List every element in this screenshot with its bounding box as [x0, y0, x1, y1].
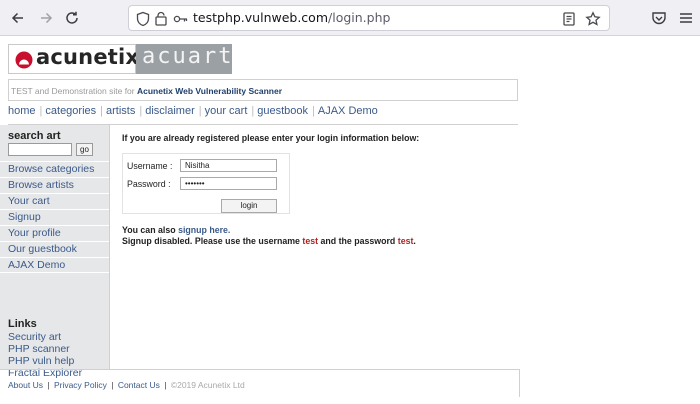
signup-prefix: You can also: [122, 225, 176, 235]
footer-copyright: ©2019 Acunetix Ltd: [170, 380, 245, 390]
login-button[interactable]: login: [221, 199, 277, 213]
tagline-link[interactable]: Acunetix Web Vulnerability Scanner: [137, 86, 282, 96]
menu-your-cart[interactable]: your cart: [205, 103, 248, 117]
login-form: Username : Nisitha Password : ••••••• lo…: [122, 153, 290, 214]
password-label: Password :: [127, 179, 171, 189]
menu-separator: |: [198, 105, 202, 117]
menu-ajax-demo[interactable]: AJAX Demo: [318, 103, 378, 117]
acunetix-mark-icon: [15, 51, 33, 69]
menu-disclaimer[interactable]: disclaimer: [145, 103, 195, 117]
signup-disabled-end: .: [413, 236, 416, 246]
signup-line: You can also signup here.: [122, 225, 230, 235]
link-php-vuln-help[interactable]: PHP vuln help: [8, 355, 82, 367]
menu-categories[interactable]: categories: [45, 103, 96, 117]
browser-toolbar: testphp.vulnweb.com/login.php: [0, 0, 700, 36]
password-field[interactable]: •••••••: [180, 177, 277, 190]
links-title: Links: [8, 318, 37, 330]
menu-separator: |: [100, 105, 104, 117]
page-footer: About Us | Privacy Policy | Contact Us |…: [0, 369, 520, 397]
signup-disabled-mid: and the password: [320, 236, 396, 246]
link-php-scanner[interactable]: PHP scanner: [8, 343, 82, 355]
menu-separator: |: [312, 105, 315, 117]
tracking-icon[interactable]: [153, 11, 169, 27]
sidebar-item-signup[interactable]: Signup: [0, 209, 109, 225]
sidebar-item-your-profile[interactable]: Your profile: [0, 225, 109, 241]
url-text: testphp.vulnweb.com/login.php: [193, 10, 390, 25]
footer-privacy-link[interactable]: Privacy Policy: [54, 380, 107, 390]
username-field[interactable]: Nisitha: [180, 159, 277, 172]
acunetix-logo: acunetix: [8, 44, 140, 74]
menu-separator: |: [39, 105, 43, 117]
menu-icon[interactable]: [677, 9, 695, 27]
sidebar-item-our-guestbook[interactable]: Our guestbook: [0, 241, 109, 257]
bookmark-star-icon[interactable]: [585, 11, 601, 27]
menu-guestbook[interactable]: guestbook: [257, 103, 308, 117]
sidebar-item-browse-artists[interactable]: Browse artists: [0, 177, 109, 193]
pocket-icon[interactable]: [650, 9, 668, 27]
signup-disabled-line: Signup disabled. Please use the username…: [122, 236, 416, 246]
link-security-art[interactable]: Security art: [8, 331, 82, 343]
url-host: testphp.vulnweb.com: [193, 10, 329, 25]
sidebar-item-ajax-demo[interactable]: AJAX Demo: [0, 257, 109, 273]
acuart-logo[interactable]: acunetix acuart: [8, 44, 232, 74]
back-arrow-icon[interactable]: [8, 8, 28, 28]
footer-separator: |: [164, 380, 167, 390]
site-tagline: TEST and Demonstration site for Acunetix…: [8, 79, 518, 101]
search-go-button[interactable]: go: [76, 143, 93, 156]
reload-icon[interactable]: [62, 8, 82, 28]
sidebar-item-your-cart[interactable]: Your cart: [0, 193, 109, 209]
test-username: test: [302, 236, 319, 246]
menu-home[interactable]: home: [8, 103, 36, 117]
menu-artists[interactable]: artists: [106, 103, 135, 117]
top-menu: home | categories | artists | disclaimer | your …: [8, 103, 518, 125]
address-bar[interactable]: testphp.vulnweb.com/login.php: [128, 5, 610, 31]
menu-separator: |: [251, 105, 255, 117]
signup-disabled-text: Signup disabled. Please use the username: [122, 236, 300, 246]
search-title: search art: [8, 130, 61, 142]
reader-view-icon[interactable]: [561, 11, 577, 27]
sidebar: search art go Browse categories Browse a…: [0, 125, 110, 379]
logo-acuart-text: acuart: [142, 44, 234, 69]
footer-separator: |: [111, 380, 114, 390]
forward-arrow-icon[interactable]: [36, 8, 56, 28]
sidebar-nav: Browse categories Browse artists Your ca…: [0, 161, 109, 273]
key-icon[interactable]: [172, 11, 188, 27]
menu-separator: |: [139, 105, 143, 117]
test-password: test: [397, 236, 414, 246]
web-page: acunetix acuart TEST and Demonstration s…: [0, 36, 700, 404]
username-label: Username :: [127, 161, 173, 171]
shield-icon[interactable]: [135, 11, 151, 27]
footer-about-link[interactable]: About Us: [8, 380, 43, 390]
tagline-prefix: TEST and Demonstration site for: [11, 86, 135, 96]
footer-contact-link[interactable]: Contact Us: [118, 380, 160, 390]
acuart-logo-text-block: acuart: [136, 44, 232, 74]
signup-link[interactable]: signup here.: [178, 225, 230, 235]
sidebar-item-browse-categories[interactable]: Browse categories: [0, 161, 109, 177]
search-input[interactable]: [8, 143, 72, 156]
url-path: /login.php: [328, 10, 391, 25]
footer-separator: |: [47, 380, 50, 390]
login-intro-text: If you are already registered please ent…: [122, 133, 420, 143]
main-content: If you are already registered please ent…: [110, 125, 520, 369]
logo-acunetix-text: acunetix: [36, 45, 140, 69]
